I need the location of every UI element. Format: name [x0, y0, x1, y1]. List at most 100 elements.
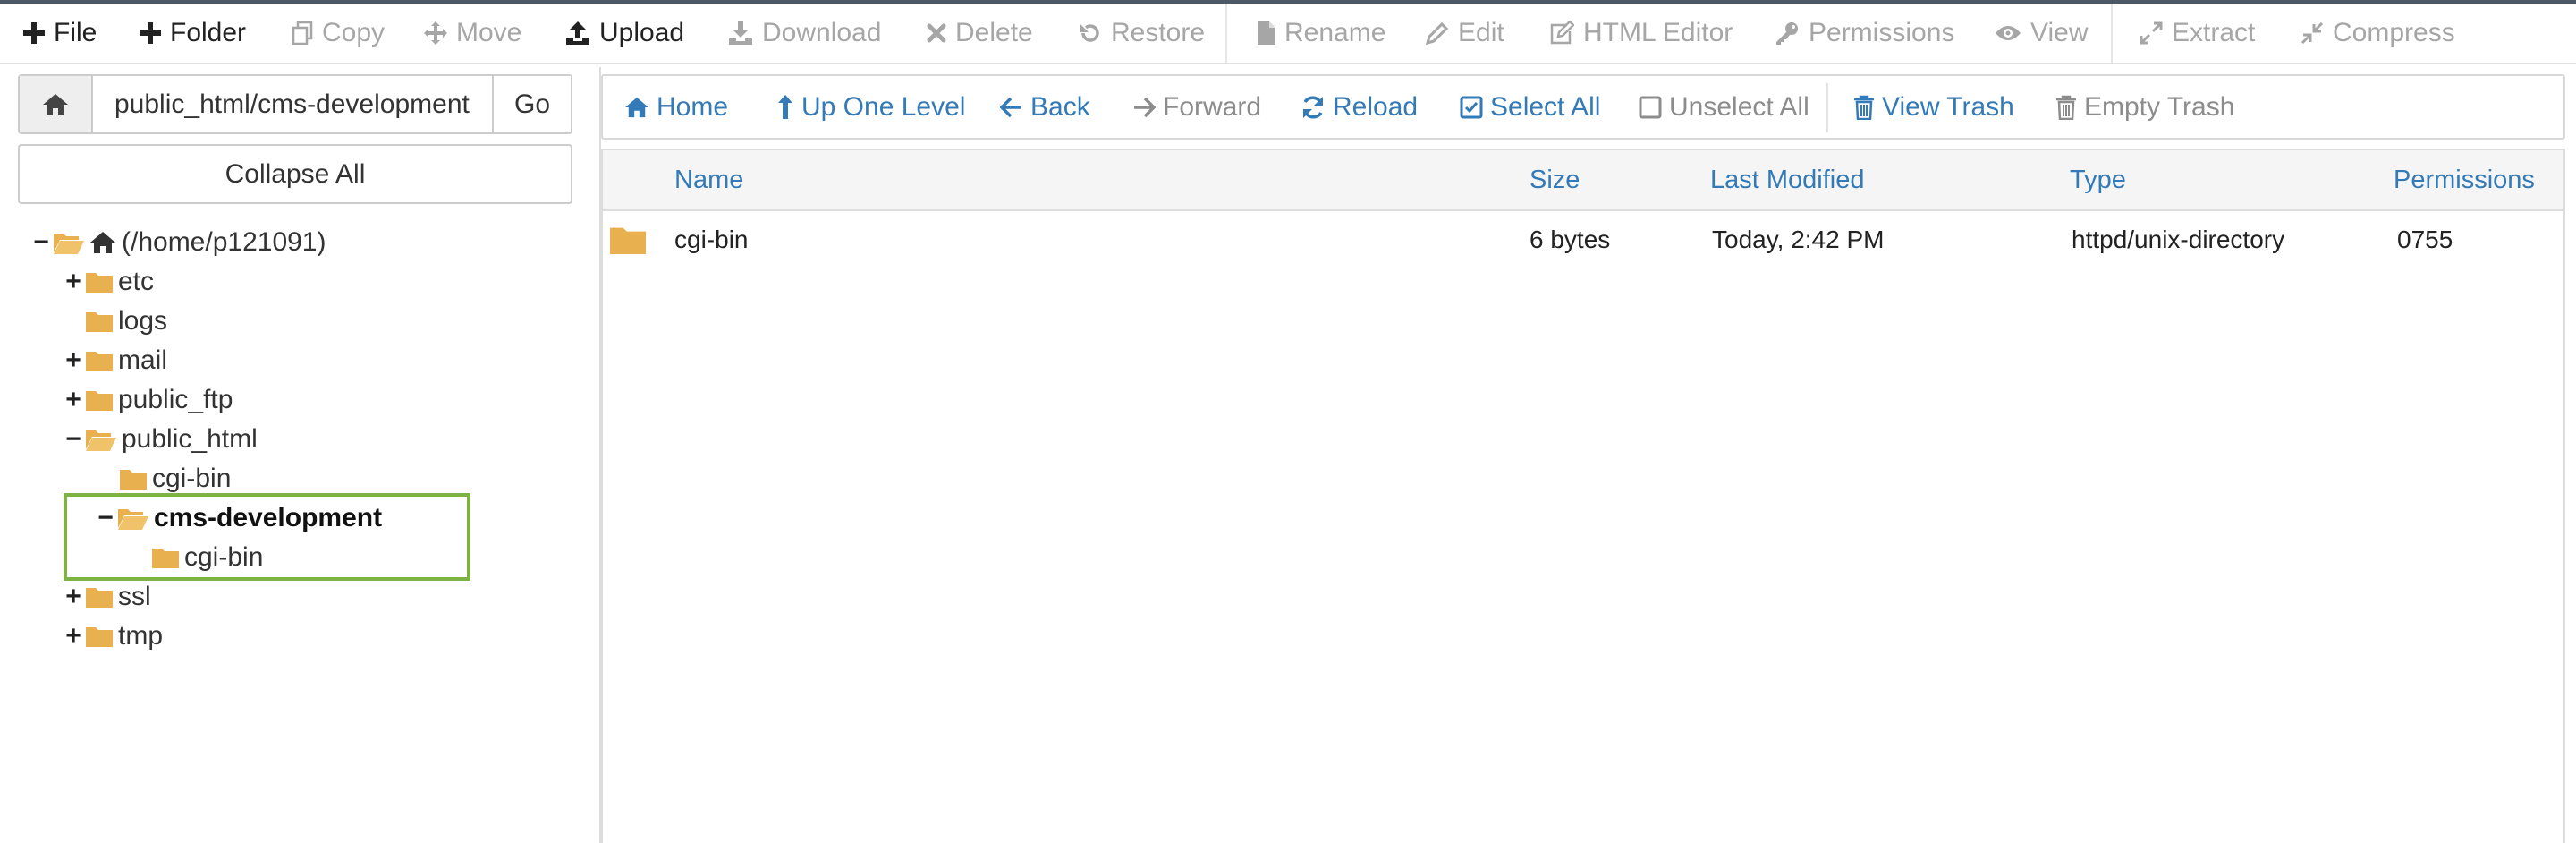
refresh-icon [1303, 95, 1323, 119]
column-header-name[interactable]: Name [674, 150, 743, 209]
toolbar-separator [1225, 4, 1227, 63]
path-input[interactable] [93, 76, 492, 132]
level-up-icon [778, 94, 792, 119]
copy-label: Copy [322, 18, 386, 47]
expand-toggle[interactable]: + [64, 617, 82, 656]
expand-toggle[interactable]: + [64, 577, 82, 617]
tree-item-public-ftp[interactable]: + public_ftp [64, 380, 233, 420]
key-icon [1776, 22, 1798, 45]
extract-button[interactable]: Extract [2140, 4, 2255, 63]
folder-icon [86, 588, 113, 608]
download-button[interactable]: Download [728, 4, 881, 63]
select-all-label: Select All [1490, 91, 1601, 122]
file-permissions-cell: 0755 [2397, 226, 2453, 253]
upload-icon [566, 21, 589, 45]
file-type-cell [610, 211, 646, 268]
compress-button[interactable]: Compress [2301, 4, 2455, 63]
empty-trash-label: Empty Trash [2084, 91, 2235, 122]
empty-trash-button[interactable]: Empty Trash [2055, 76, 2234, 138]
folder-icon [152, 549, 179, 568]
tree-label: (/home/p121091) [122, 227, 326, 257]
permissions-label: Permissions [1809, 18, 1955, 47]
tree-item-logs[interactable]: logs [86, 302, 167, 341]
tree-label: tmp [118, 621, 164, 651]
new-folder-button[interactable]: Folder [140, 4, 246, 63]
up-one-level-button[interactable]: Up One Level [776, 76, 965, 138]
back-button[interactable]: Back [1000, 76, 1090, 138]
tree-item-ssl[interactable]: + ssl [64, 577, 151, 617]
forward-button[interactable]: Forward [1132, 76, 1261, 138]
collapse-toggle[interactable]: − [97, 498, 114, 538]
move-button[interactable]: Move [424, 4, 521, 63]
select-all-button[interactable]: Select All [1460, 76, 1600, 138]
unselect-all-button[interactable]: Unselect All [1639, 76, 1809, 138]
tree-item-root[interactable]: − (/home/p121091) [32, 223, 326, 262]
edit-square-icon [1550, 21, 1574, 45]
collapse-toggle[interactable]: − [32, 223, 50, 262]
tree-item-mail[interactable]: + mail [64, 341, 167, 380]
tree-label: ssl [118, 582, 151, 611]
folder-icon [610, 227, 646, 254]
new-folder-label: Folder [170, 18, 247, 47]
view-button[interactable]: View [1995, 4, 2088, 63]
view-trash-button[interactable]: View Trash [1853, 76, 2014, 138]
undo-icon [1080, 24, 1099, 42]
tree-item-public-html[interactable]: − public_html [64, 420, 258, 459]
delete-button[interactable]: Delete [927, 4, 1033, 63]
column-header-size[interactable]: Size [1530, 150, 1580, 209]
new-file-button[interactable]: File [23, 4, 97, 63]
edit-button[interactable]: Edit [1426, 4, 1504, 63]
collapse-toggle[interactable]: − [64, 420, 82, 459]
forward-label: Forward [1163, 91, 1262, 122]
edit-label: Edit [1458, 18, 1504, 47]
upload-button[interactable]: Upload [565, 4, 684, 63]
main-toolbar: File Folder Copy Move Upload Download De… [0, 4, 2576, 64]
reload-button[interactable]: Reload [1301, 76, 1418, 138]
folder-open-icon [54, 234, 84, 254]
restore-button[interactable]: Restore [1079, 4, 1205, 63]
column-header-type[interactable]: Type [2070, 150, 2126, 209]
column-header-last-modified[interactable]: Last Modified [1710, 150, 1865, 209]
pencil-icon [1426, 21, 1449, 45]
copy-icon [292, 21, 313, 45]
tree-label: cms-development [154, 503, 383, 532]
file-name-cell[interactable]: cgi-bin [674, 211, 748, 268]
copy-button[interactable]: Copy [292, 4, 385, 63]
folder-icon [86, 391, 113, 411]
navigation-bar: Home Up One Level Back Forward Reload Se… [601, 74, 2565, 140]
home-icon [43, 93, 68, 115]
unselect-all-label: Unselect All [1669, 91, 1809, 122]
home-icon [90, 232, 115, 253]
plus-icon [140, 22, 161, 44]
folder-icon [120, 470, 147, 490]
view-label: View [2030, 18, 2089, 47]
expand-toggle[interactable]: + [64, 262, 82, 302]
back-label: Back [1030, 91, 1090, 122]
expand-icon [2140, 21, 2163, 45]
nav-separator [1826, 83, 1828, 132]
permissions-button[interactable]: Permissions [1775, 4, 1954, 63]
go-button[interactable]: Go [492, 76, 571, 132]
html-editor-label: HTML Editor [1583, 18, 1733, 47]
file-modified-cell: Today, 2:42 PM [1712, 226, 1885, 253]
tree-item-tmp[interactable]: + tmp [64, 617, 163, 656]
html-editor-button[interactable]: HTML Editor [1549, 4, 1733, 63]
expand-toggle[interactable]: + [64, 380, 82, 420]
compress-icon [2301, 21, 2324, 45]
new-file-label: File [54, 18, 97, 47]
tree-item-cms-cgi-bin[interactable]: cgi-bin [152, 538, 263, 577]
checkbox-empty-icon [1639, 96, 1662, 118]
table-row[interactable]: cgi-bin 6 bytes Today, 2:42 PM httpd/uni… [603, 211, 2563, 268]
expand-toggle[interactable]: + [64, 341, 82, 380]
toolbar-separator [2111, 4, 2113, 63]
tree-label: etc [118, 267, 155, 296]
tree-item-cms-development[interactable]: − cms-development [97, 498, 382, 538]
rename-button[interactable]: Rename [1258, 4, 1385, 63]
nav-home-label: Home [657, 91, 729, 122]
file-table-body: cgi-bin 6 bytes Today, 2:42 PM httpd/uni… [601, 211, 2565, 843]
path-home-button[interactable] [20, 76, 93, 132]
collapse-all-button[interactable]: Collapse All [18, 144, 572, 204]
nav-home-button[interactable]: Home [624, 76, 728, 138]
tree-item-etc[interactable]: + etc [64, 262, 154, 302]
column-header-permissions[interactable]: Permissions [2394, 150, 2535, 209]
